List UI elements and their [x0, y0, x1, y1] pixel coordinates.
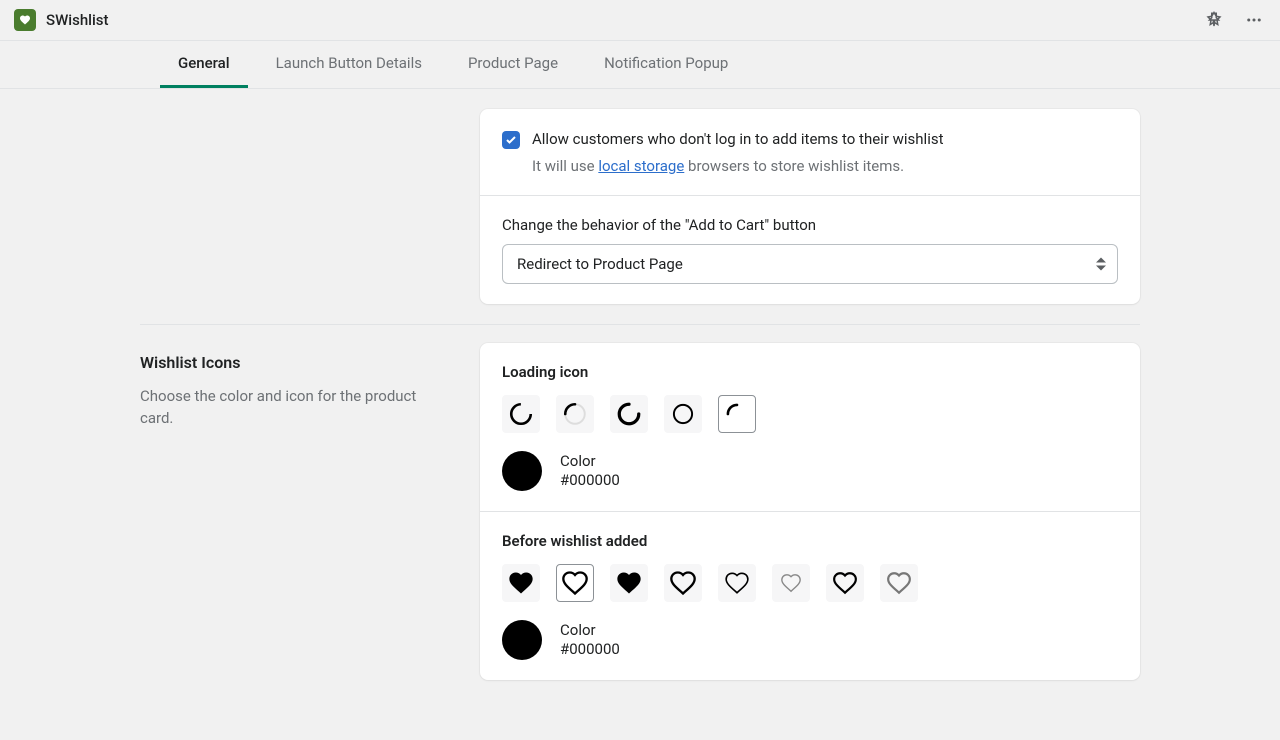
loading-color-swatch[interactable] — [502, 451, 542, 491]
atc-select[interactable]: Redirect to Product Page — [502, 244, 1118, 284]
before-color-row: Color #000000 — [502, 620, 1118, 660]
section-side-empty — [140, 109, 440, 304]
loading-color-row: Color #000000 — [502, 451, 1118, 491]
before-color-swatch[interactable] — [502, 620, 542, 660]
anon-sub-suffix: browsers to store wishlist items. — [684, 157, 904, 175]
loading-icon-option-3[interactable] — [610, 395, 648, 433]
anon-block: Allow customers who don't log in to add … — [480, 109, 1140, 195]
icons-title: Wishlist Icons — [140, 353, 440, 372]
before-heading: Before wishlist added — [502, 532, 1118, 550]
before-icon-option-2[interactable] — [556, 564, 594, 602]
atc-block: Change the behavior of the "Add to Cart"… — [480, 195, 1140, 304]
topbar-actions — [1202, 8, 1266, 32]
icons-desc: Choose the color and icon for the produc… — [140, 386, 440, 430]
tab-general[interactable]: General — [160, 41, 248, 88]
before-icon-option-4[interactable] — [664, 564, 702, 602]
page-content: Allow customers who don't log in to add … — [140, 89, 1140, 740]
before-color-label: Color — [560, 621, 620, 639]
pin-icon[interactable] — [1202, 8, 1226, 32]
icons-card: Loading icon — [480, 343, 1140, 680]
section-wishlist-icons: Wishlist Icons Choose the color and icon… — [140, 324, 1140, 700]
app-title: SWishlist — [46, 11, 109, 29]
settings-card: Allow customers who don't log in to add … — [480, 109, 1140, 304]
before-icon-option-6[interactable] — [772, 564, 810, 602]
before-color-meta: Color #000000 — [560, 621, 620, 658]
loading-block: Loading icon — [480, 343, 1140, 511]
icons-main: Loading icon — [480, 343, 1140, 680]
section-main: Allow customers who don't log in to add … — [480, 109, 1140, 304]
anon-text: Allow customers who don't log in to add … — [532, 129, 944, 175]
atc-label: Change the behavior of the "Add to Cart"… — [502, 216, 1118, 234]
before-icon-option-5[interactable] — [718, 564, 756, 602]
before-icon-row — [502, 564, 1118, 602]
local-storage-link[interactable]: local storage — [598, 157, 684, 175]
loading-heading: Loading icon — [502, 363, 1118, 381]
loading-icon-option-2[interactable] — [556, 395, 594, 433]
loading-icon-option-5[interactable] — [718, 395, 756, 433]
anon-subtext: It will use local storage browsers to st… — [532, 157, 944, 175]
before-icon-option-3[interactable] — [610, 564, 648, 602]
atc-select-wrap: Redirect to Product Page — [502, 244, 1118, 284]
anon-sub-prefix: It will use — [532, 157, 598, 175]
anon-checkbox[interactable] — [502, 131, 520, 149]
loading-color-value: #000000 — [560, 471, 620, 489]
more-icon[interactable] — [1242, 8, 1266, 32]
tabbar: General Launch Button Details Product Pa… — [0, 41, 1280, 89]
loading-color-label: Color — [560, 452, 620, 470]
topbar-left: SWishlist — [14, 9, 109, 31]
before-icon-option-1[interactable] — [502, 564, 540, 602]
anon-checkbox-row: Allow customers who don't log in to add … — [502, 129, 1118, 175]
before-icon-option-8[interactable] — [880, 564, 918, 602]
loading-icon-option-1[interactable] — [502, 395, 540, 433]
anon-label: Allow customers who don't log in to add … — [532, 129, 944, 151]
icons-side: Wishlist Icons Choose the color and icon… — [140, 343, 440, 680]
tab-launch-button[interactable]: Launch Button Details — [258, 41, 440, 88]
loading-icon-row — [502, 395, 1118, 433]
topbar: SWishlist — [0, 0, 1280, 41]
tab-product-page[interactable]: Product Page — [450, 41, 576, 88]
before-block: Before wishlist added — [480, 511, 1140, 680]
loading-color-meta: Color #000000 — [560, 452, 620, 489]
app-icon — [14, 9, 36, 31]
section-general-settings: Allow customers who don't log in to add … — [140, 109, 1140, 324]
tab-notification-popup[interactable]: Notification Popup — [586, 41, 746, 88]
before-color-value: #000000 — [560, 640, 620, 658]
loading-icon-option-4[interactable] — [664, 395, 702, 433]
before-icon-option-7[interactable] — [826, 564, 864, 602]
